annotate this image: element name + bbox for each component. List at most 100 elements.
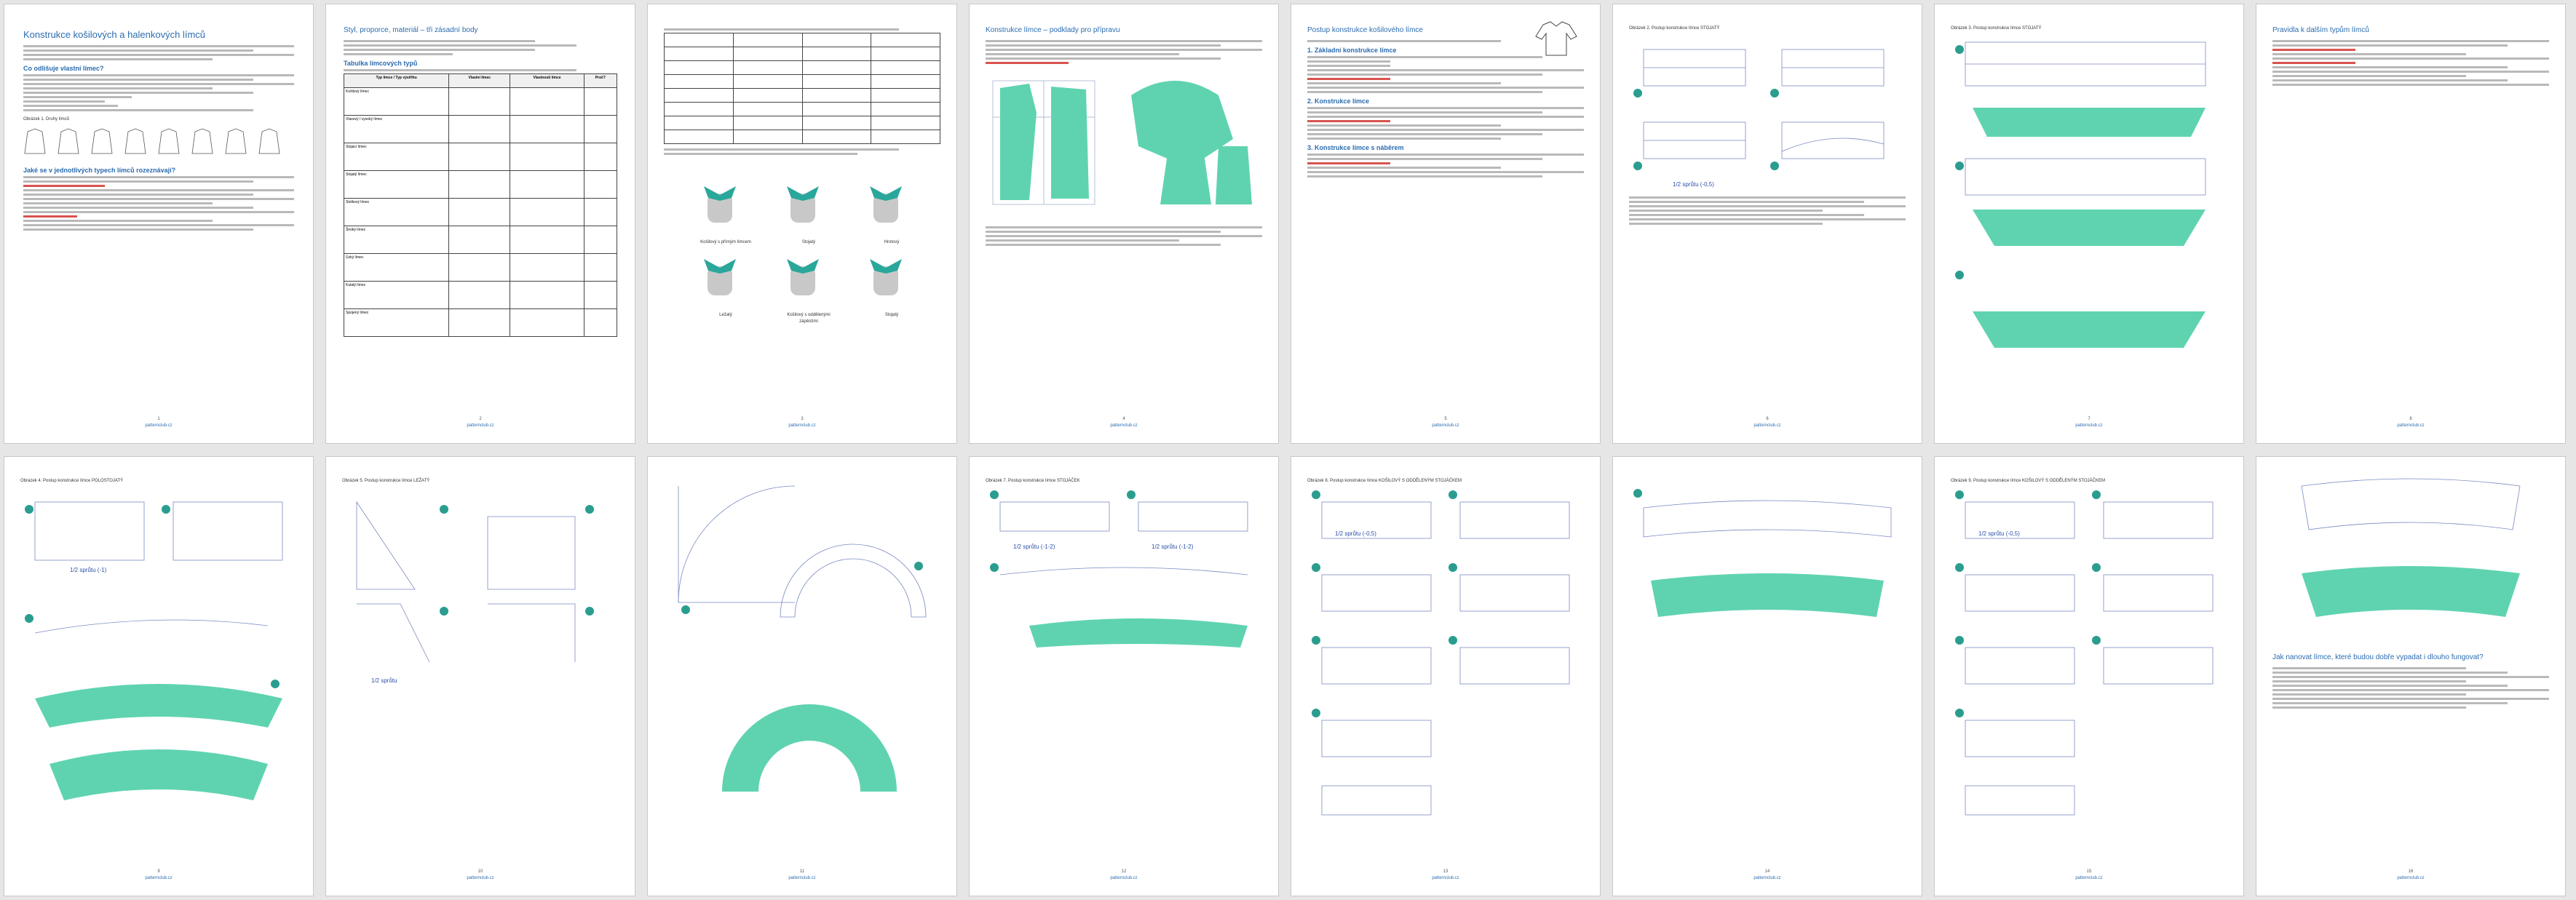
illustration-caption: Košilový s oddělenými zápěstími (787, 313, 831, 324)
collar-draft-steps (1633, 49, 1885, 170)
table-row: Spojený límec (343, 308, 618, 337)
footer-link[interactable]: patternclub.cz (1432, 423, 1459, 428)
body-text (664, 28, 940, 31)
illustration-caption: Košilový s přímým límcem (700, 240, 751, 244)
footer-link[interactable]: patternclub.cz (467, 423, 494, 428)
page-number: 3 (801, 417, 804, 422)
section-heading: 2. Konstrukce límce (1307, 97, 1370, 105)
page-number: 13 (1443, 869, 1448, 875)
page-number: 9 (157, 869, 160, 875)
document-page-1: Konstrukce košilových a halenkových límc… (4, 4, 314, 444)
table-cell: Kulatý límec (343, 280, 450, 309)
footer-link[interactable]: patternclub.cz (2397, 876, 2424, 880)
document-page-12: Obrázek 7. Postup konstrukce límce STOJÁ… (969, 456, 1279, 896)
footer-link[interactable]: patternclub.cz (2075, 423, 2102, 428)
figure-caption: Obrázek 5. Postup konstrukce límce LEŽAT… (342, 479, 430, 483)
footer-link[interactable]: patternclub.cz (788, 423, 815, 428)
document-page-5: Postup konstrukce košilového límce 1. Zá… (1291, 4, 1601, 444)
page-number: 4 (1122, 417, 1125, 422)
collar-pattern-pieces (1633, 489, 1892, 617)
collar-types-illustration (24, 128, 280, 154)
measurement-label: 1/2 sprůtu (371, 677, 397, 684)
document-page-14: 14 patternclub.cz (1612, 456, 1922, 896)
footer-link[interactable]: patternclub.cz (1753, 876, 1780, 880)
page-number: 15 (2086, 869, 2092, 875)
table-cell: Stojací límec (343, 142, 450, 171)
collar-draft-steps (25, 501, 283, 800)
body-text (2272, 39, 2549, 86)
body-text (986, 39, 1262, 64)
body-text (986, 226, 1262, 246)
collar-draft-steps (990, 490, 1248, 648)
page-footer: 14 patternclub.cz (1613, 869, 1922, 881)
document-page-16: Jak nanovat límce, které budou dobře vyp… (2256, 456, 2566, 896)
collar-pattern-pieces (2301, 478, 2521, 617)
footer-link[interactable]: patternclub.cz (1110, 876, 1137, 880)
footer-link[interactable]: patternclub.cz (145, 423, 172, 428)
shirt-icon (1535, 21, 1577, 56)
document-page-13: Obrázek 8. Postup konstrukce límce KOŠIL… (1291, 456, 1601, 896)
illustration-caption: Hrotový (884, 240, 900, 244)
figure-caption: Obrázek 1. Druhy límců (23, 117, 70, 122)
page-footer: 9 patternclub.cz (4, 869, 313, 881)
body-text (344, 68, 617, 71)
measurement-label: 1/2 sprůtu (-1-2) (1013, 543, 1055, 550)
page-number: 10 (477, 869, 483, 875)
round-collar-draft (678, 485, 927, 792)
body-text (344, 39, 617, 55)
measurement-label: 1/2 sprůtu (-0,5) (1978, 530, 2020, 537)
bodice-pattern-draft (992, 80, 1252, 204)
page-title: Konstrukce košilových a halenkových límc… (23, 29, 206, 40)
page-footer: 2 patternclub.cz (326, 416, 635, 429)
figure-caption: Obrázek 2. Postup konstrukce límce STOJA… (1629, 26, 1720, 31)
body-text (1629, 196, 1906, 225)
page-footer: 11 patternclub.cz (648, 869, 956, 881)
figure-caption: Obrázek 8. Postup konstrukce límce KOŠIL… (1307, 479, 1462, 483)
table-row: Stolkový límec (343, 197, 618, 226)
section-heading: 3. Konstrukce límce s náběrem (1307, 143, 1404, 151)
document-page-11: 11 patternclub.cz (647, 456, 957, 896)
footer-link[interactable]: patternclub.cz (467, 876, 494, 880)
measurement-label: 1/2 sprůtu (-0,5) (1335, 530, 1376, 537)
footer-link[interactable]: patternclub.cz (1110, 423, 1137, 428)
body-text (664, 148, 940, 155)
page-footer: 12 patternclub.cz (970, 869, 1278, 881)
table-header: Typ límce / Typ výstřihu (343, 73, 450, 88)
page-number: 12 (1121, 869, 1127, 875)
figure-caption: Obrázek 4. Postup konstrukce límce POLOS… (20, 479, 124, 483)
footer-link[interactable]: patternclub.cz (788, 876, 815, 880)
body-text (23, 176, 294, 231)
measurement-label: 1/2 sprůtu (-1) (70, 567, 107, 573)
illustration-caption: Ležatý (719, 313, 732, 317)
page-footer: 15 patternclub.cz (1935, 869, 2243, 881)
page-title: Jak nanovat límce, které budou dobře vyp… (2272, 653, 2484, 661)
section-heading: Co odlišuje vlastní límec? (23, 65, 104, 73)
footer-link[interactable]: patternclub.cz (2075, 876, 2102, 880)
section-heading: Jaké se v jednotlivých typech límců roze… (23, 167, 176, 175)
document-page-8: Pravidla k dalším typům límců 8 patterncl… (2256, 4, 2566, 444)
page-number: 2 (479, 417, 482, 422)
table-header: Vlastní límec (448, 73, 511, 88)
page-footer: 6 patternclub.cz (1613, 416, 1922, 429)
collar-table-continued (664, 33, 940, 144)
collar-draft-steps (1955, 490, 2214, 816)
document-page-2: Styl, proporce, materiál – tři zásadní b… (325, 4, 635, 444)
page-footer: 8 patternclub.cz (2256, 416, 2565, 429)
footer-link[interactable]: patternclub.cz (1432, 876, 1459, 880)
table-row: Stojací límec (343, 142, 618, 171)
body-text (1307, 106, 1584, 140)
document-page-7: Obrázek 3. Postup konstrukce límce STOJA… (1934, 4, 2244, 444)
footer-link[interactable]: patternclub.cz (1753, 423, 1780, 428)
page-footer: 7 patternclub.cz (1935, 416, 2243, 429)
document-page-15: Obrázek 9. Postup konstrukce límce KOŠIL… (1934, 456, 2244, 896)
page-number: 16 (2408, 869, 2414, 875)
table-cell: Spojený límec (343, 308, 450, 337)
page-footer: 5 patternclub.cz (1291, 416, 1600, 429)
collar-busts-illustration (704, 186, 902, 295)
body-text (23, 45, 294, 61)
body-text (1307, 55, 1584, 93)
collar-draft-steps (356, 501, 594, 663)
page-footer: 10 patternclub.cz (326, 869, 635, 881)
footer-link[interactable]: patternclub.cz (2397, 423, 2424, 428)
footer-link[interactable]: patternclub.cz (145, 876, 172, 880)
